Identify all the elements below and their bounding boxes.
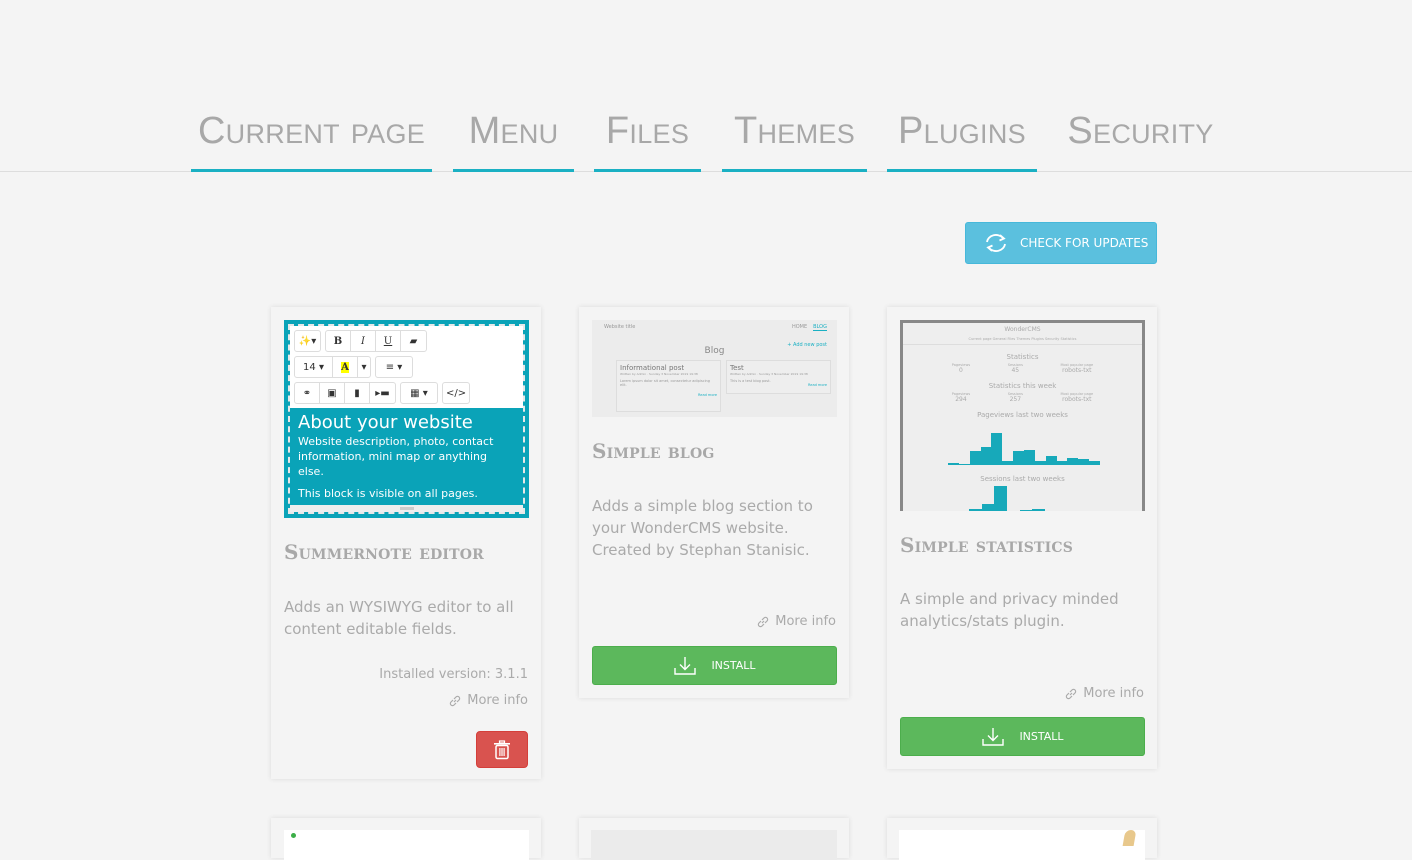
chart-bar: [1056, 461, 1068, 465]
thumbnail-text: This block is visible on all pages.: [298, 487, 478, 500]
refresh-icon: [986, 234, 1006, 252]
tab-menu[interactable]: Menu: [453, 108, 574, 172]
chart-bar: [1067, 457, 1079, 465]
tab-current-page[interactable]: Current page: [191, 108, 432, 172]
bold-icon: B: [326, 331, 351, 351]
table-icon: ▦ ▾: [410, 387, 428, 399]
plugin-description: Adds an WYSIWYG editor to all content ed…: [284, 598, 514, 638]
video-icon: ▸▬: [375, 387, 390, 399]
plugin-screenshot: ✨▾ B I U ▰ 14 ▾ A ▾ ≡ ▾ ⚭ ▣ ▮ ▸▬ ▦ ▾ </>…: [284, 320, 529, 518]
chart-bar: [1032, 508, 1046, 511]
chart-bar: [994, 486, 1008, 511]
plugin-description: Adds a simple blog section to your Wonde…: [592, 497, 813, 559]
tab-label: Themes: [733, 110, 856, 152]
thumbnail-heading: About your website: [298, 412, 473, 433]
align-icon: ≡ ▾: [385, 361, 403, 373]
plugin-title: Simple blog: [592, 439, 715, 463]
download-icon: [674, 656, 697, 675]
link-icon: [450, 695, 461, 706]
tab-label: Files: [605, 110, 690, 152]
chart-bar: [981, 503, 995, 511]
chart-bar: [991, 433, 1003, 465]
delete-plugin-button[interactable]: [476, 731, 528, 768]
font-color-icon: A: [333, 357, 358, 377]
sessions-chart: [969, 486, 1046, 511]
plugin-description: A simple and privacy minded analytics/st…: [900, 590, 1119, 630]
italic-icon: I: [351, 331, 376, 351]
plugin-card-partial: [887, 818, 1157, 860]
image-icon: ▣: [320, 383, 345, 403]
plugin-screenshot: [899, 830, 1145, 860]
underline-icon: U: [376, 331, 401, 351]
tab-themes[interactable]: Themes: [722, 108, 867, 172]
link-icon: ⚭: [295, 383, 320, 403]
trash-icon: [494, 739, 510, 759]
install-plugin-button[interactable]: INSTALL: [592, 646, 837, 685]
plugin-card-partial: [271, 818, 541, 860]
check-for-updates-button[interactable]: CHECK FOR UPDATES: [965, 222, 1157, 264]
chart-bar: [1024, 450, 1035, 465]
chart-bar: [980, 447, 992, 465]
tab-files[interactable]: Files: [594, 108, 701, 172]
plugin-screenshot: [591, 830, 837, 860]
more-info-link[interactable]: More info: [756, 614, 836, 629]
main-tabs: Current page Menu Files Themes Plugins S…: [0, 100, 1412, 172]
plugin-title: Summernote editor: [284, 540, 485, 564]
tab-label: Current page: [197, 110, 426, 152]
tab-label: Security: [1067, 110, 1214, 152]
plugin-screenshot: WonderCMS Current page General Files The…: [900, 320, 1145, 511]
plugin-screenshot: Website title HOME BLOG + Add new post Bl…: [592, 320, 837, 417]
plugin-card-summernote: ✨▾ B I U ▰ 14 ▾ A ▾ ≡ ▾ ⚭ ▣ ▮ ▸▬ ▦ ▾ </>…: [271, 307, 541, 779]
chart-bar: [969, 508, 982, 511]
plugin-card-simple-blog: Website title HOME BLOG + Add new post Bl…: [579, 307, 849, 698]
chart-bar: [1013, 450, 1025, 465]
plugin-title: Simple statistics: [900, 533, 1074, 557]
link-icon: [1066, 688, 1077, 699]
tab-label: Menu: [468, 110, 559, 152]
thumbnail-text: Website description, photo, contact info…: [298, 435, 494, 478]
chart-bar: [948, 462, 959, 465]
install-plugin-button[interactable]: INSTALL: [900, 717, 1145, 756]
pageviews-chart: [948, 433, 1101, 465]
link-icon: [758, 616, 769, 627]
plugin-card-simple-statistics: WonderCMS Current page General Files The…: [887, 307, 1157, 769]
chart-bar: [1019, 509, 1033, 511]
file-icon: ▮: [345, 383, 370, 403]
tab-plugins[interactable]: Plugins: [887, 108, 1037, 172]
chart-bar: [1002, 460, 1014, 465]
tab-label: Plugins: [898, 110, 1026, 152]
chart-bar: [1045, 455, 1057, 465]
chevron-down-icon: ▾: [361, 361, 367, 373]
chart-bar: [1034, 461, 1046, 465]
plus-icon: [291, 833, 296, 838]
chart-bar: [969, 450, 981, 465]
magic-wand-icon: ✨▾: [298, 335, 317, 347]
chart-bar: [958, 464, 970, 465]
chart-bar: [1078, 458, 1090, 465]
more-info-link[interactable]: More info: [1064, 686, 1144, 701]
plugin-card-partial: [579, 818, 849, 860]
download-icon: [982, 727, 1005, 746]
code-icon: </>: [446, 387, 467, 399]
eraser-icon: ▰: [409, 335, 418, 347]
chart-bar: [1089, 461, 1101, 465]
tab-security[interactable]: Security: [1058, 108, 1223, 172]
check-for-updates-label: CHECK FOR UPDATES: [1020, 236, 1149, 250]
installed-version: Installed version: 3.1.1: [379, 667, 528, 682]
more-info-link[interactable]: More info: [448, 693, 528, 708]
plugin-screenshot: [284, 830, 529, 860]
font-size-select: 14 ▾: [295, 357, 333, 377]
